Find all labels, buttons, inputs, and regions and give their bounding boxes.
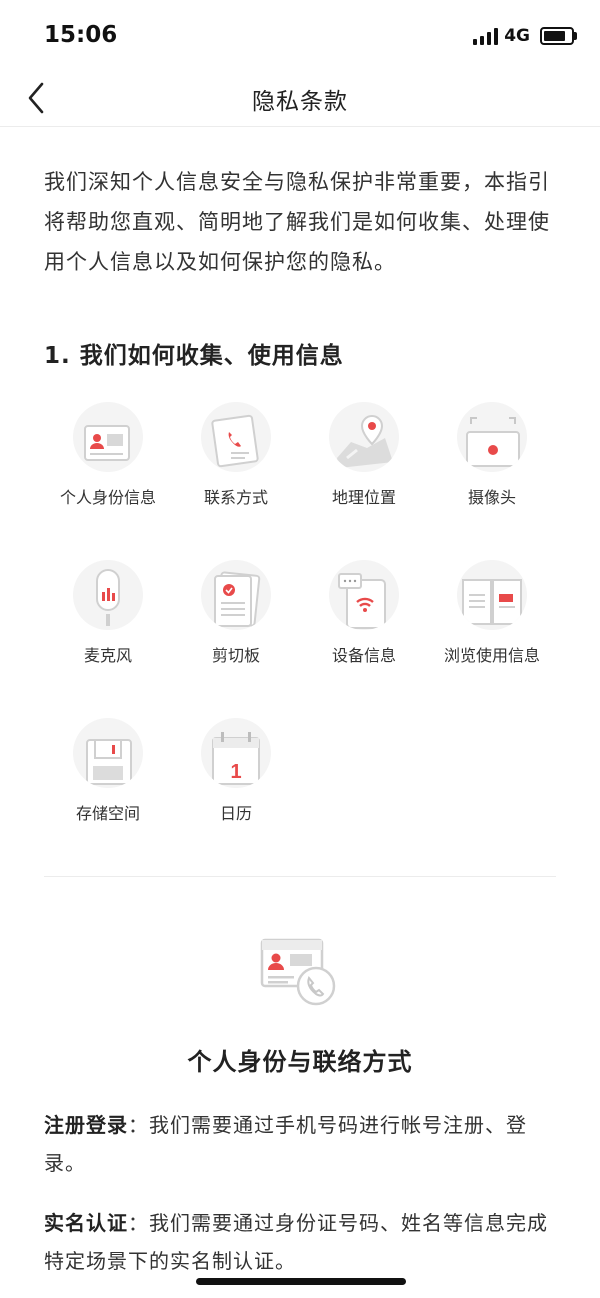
battery-level	[544, 31, 565, 41]
permission-label: 设备信息	[331, 646, 396, 665]
permission-label: 联系方式	[203, 488, 268, 507]
paragraph-separator: ：	[128, 1211, 149, 1235]
permission-label: 日历	[219, 804, 252, 823]
permission-label: 地理位置	[331, 488, 396, 507]
storage-icon	[86, 739, 132, 785]
id-card-phone-icon	[260, 938, 336, 1006]
permission-item-location[interactable]: 地理位置	[300, 402, 428, 508]
permission-item-browsing[interactable]: 浏览使用信息	[428, 560, 556, 666]
permission-label: 麦克风	[83, 646, 132, 665]
permission-item-storage[interactable]: 存储空间	[44, 718, 172, 824]
book-icon	[462, 579, 522, 625]
status-bar: 15:06 4G	[0, 0, 600, 68]
status-indicators: 4G	[473, 24, 577, 48]
calendar-day: 1	[230, 761, 241, 783]
detail-paragraph: 注册登录：我们需要通过手机号码进行帐号注册、登录。	[44, 1106, 560, 1182]
home-indicator[interactable]	[196, 1278, 406, 1285]
permission-item-calendar[interactable]: 1 日历	[172, 718, 300, 824]
permission-label: 剪切板	[211, 646, 260, 665]
permission-item-contact[interactable]: 联系方式	[172, 402, 300, 508]
permission-item-clipboard[interactable]: 剪切板	[172, 560, 300, 666]
permission-label: 个人身份信息	[59, 488, 156, 507]
phone-contact-icon	[211, 414, 259, 468]
section-title: 1. 我们如何收集、使用信息	[44, 343, 344, 369]
permission-item-device[interactable]: 设备信息	[300, 560, 428, 666]
permission-item-identity[interactable]: 个人身份信息	[44, 402, 172, 508]
paragraph-term: 注册登录	[44, 1113, 128, 1137]
battery-icon	[540, 27, 577, 45]
network-type: 4G	[504, 26, 530, 46]
status-time: 15:06	[44, 22, 118, 48]
detail-title: 个人身份与联络方式	[187, 1048, 413, 1076]
device-wifi-icon	[338, 573, 386, 629]
intro-text: 我们深知个人信息安全与隐私保护非常重要，本指引将帮助您直观、简明地了解我们是如何…	[44, 170, 550, 274]
detail-paragraph: 实名认证：我们需要通过身份证号码、姓名等信息完成特定场景下的实名制认证。	[44, 1204, 560, 1280]
permission-item-microphone[interactable]: 麦克风	[44, 560, 172, 666]
signal-icon	[473, 27, 499, 45]
permission-label: 摄像头	[467, 488, 516, 507]
page-title: 隐私条款	[252, 89, 348, 115]
permission-label: 浏览使用信息	[443, 646, 540, 665]
camera-icon	[466, 417, 520, 467]
map-pin-icon	[337, 414, 393, 468]
nav-bar: 隐私条款	[0, 68, 600, 127]
calendar-icon: 1	[212, 732, 260, 785]
detail-illustration	[258, 934, 342, 1010]
id-card-icon	[84, 425, 130, 461]
microphone-icon	[96, 569, 120, 626]
paragraph-term: 实名认证	[44, 1211, 128, 1235]
clipboard-icon	[214, 571, 261, 627]
privacy-content: 我们深知个人信息安全与隐私保护非常重要，本指引将帮助您直观、简明地了解我们是如何…	[44, 126, 556, 370]
divider	[44, 876, 556, 877]
permission-label: 存储空间	[75, 804, 140, 823]
permission-grid: 个人身份信息 联系方式 地理位置 摄像头 麦克风 剪切板 设备信息 浏览使用信息…	[0, 402, 600, 824]
paragraph-separator: ：	[128, 1113, 149, 1137]
permission-item-camera[interactable]: 摄像头	[428, 402, 556, 508]
